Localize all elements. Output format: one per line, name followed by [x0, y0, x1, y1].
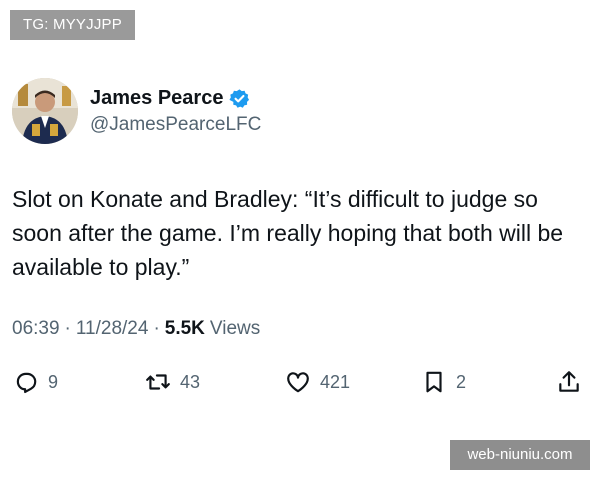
tweet-date[interactable]: 11/28/24: [76, 318, 149, 340]
tweet-time[interactable]: 06:39: [12, 318, 60, 340]
tweet-text: Slot on Konate and Bradley: “It’s diffic…: [12, 186, 564, 280]
bookmark-button[interactable]: 2: [420, 364, 466, 400]
meta-separator: ·: [64, 318, 71, 339]
retweet-count: 43: [180, 371, 201, 392]
author-handle[interactable]: @JamesPearceLFC: [90, 114, 261, 136]
action-bar: 9 43 421 2: [0, 364, 600, 400]
retweet-icon: [144, 368, 172, 396]
meta-separator: ·: [153, 318, 160, 339]
views-label: Views: [209, 318, 261, 339]
heart-icon: [284, 368, 312, 396]
retweet-button[interactable]: 43: [144, 364, 200, 400]
avatar-photo: [12, 78, 78, 144]
reply-count: 9: [48, 371, 59, 392]
verified-badge-icon: [229, 88, 250, 109]
bookmark-icon: [420, 368, 448, 396]
reply-button[interactable]: 9: [12, 364, 58, 400]
share-icon: [555, 368, 583, 396]
like-button[interactable]: 421: [284, 364, 350, 400]
author-name-row[interactable]: James Pearce: [90, 84, 250, 112]
avatar[interactable]: [12, 78, 78, 144]
share-button[interactable]: [555, 364, 583, 400]
reply-icon: [12, 368, 40, 396]
views-count: 5.5K: [164, 318, 205, 339]
watermark-bottom: web-niuniu.com: [450, 440, 590, 470]
like-count: 421: [320, 371, 351, 392]
bookmark-count: 2: [456, 371, 467, 392]
author-display-name[interactable]: James Pearce: [90, 87, 223, 110]
watermark-top: TG: MYYJJPP: [10, 10, 135, 40]
tweet-meta: 06:39 · 11/28/24 · 5.5K Views: [12, 318, 260, 340]
